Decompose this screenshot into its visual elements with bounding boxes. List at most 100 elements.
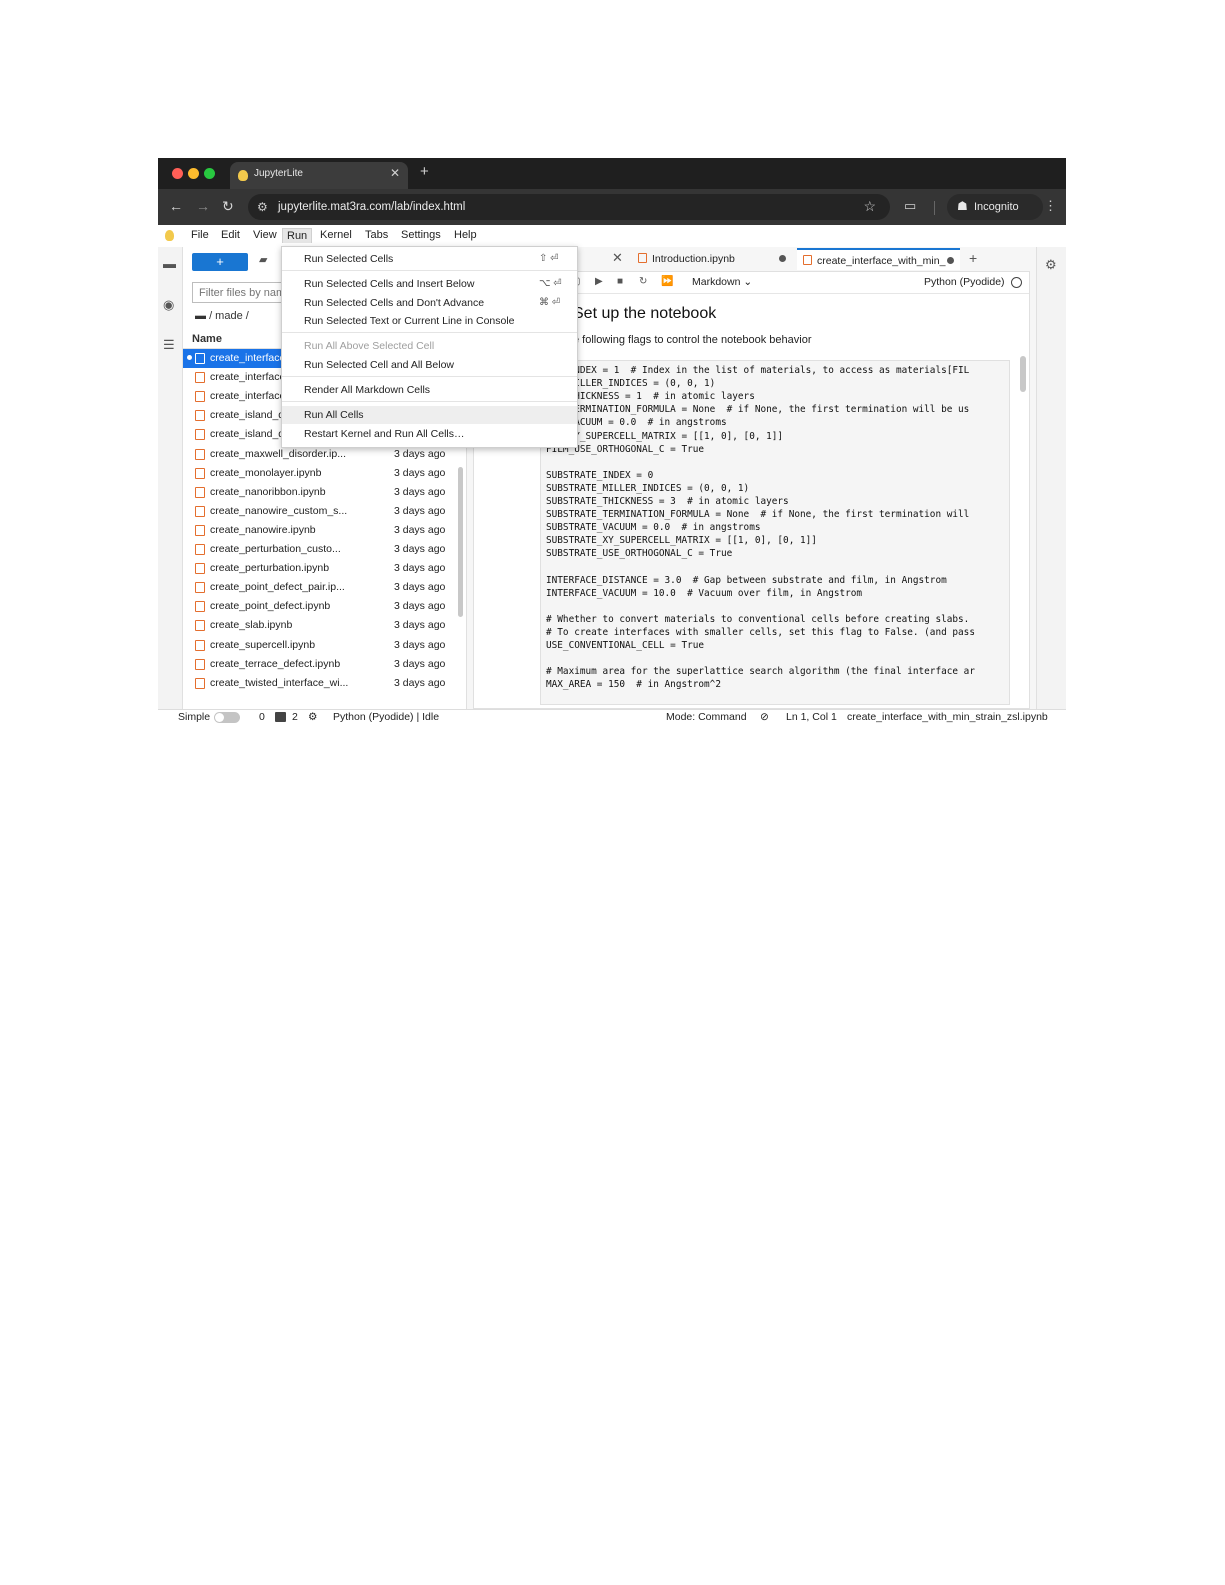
new-folder-icon[interactable]: ▰ — [259, 253, 267, 266]
menu-tabs[interactable]: Tabs — [361, 228, 392, 242]
close-tab-icon[interactable]: ✕ — [612, 250, 623, 266]
run-menu-item[interactable]: Run Selected Cells ⇧ ⏎ — [282, 250, 577, 268]
file-modified: 3 days ago — [394, 600, 446, 613]
run-menu-item[interactable]: Render All Markdown Cells — [282, 381, 577, 399]
cell-type-select[interactable]: Markdown ⌄ — [692, 276, 752, 288]
code-cell[interactable]: INDEX = 1 # Index in the list of materia… — [540, 360, 1010, 705]
breadcrumb-path[interactable]: / made / — [209, 310, 249, 322]
file-modified: 3 days ago — [394, 619, 446, 632]
jupyter-menubar: File Edit View Run Kernel Tabs Settings … — [158, 225, 1066, 247]
browser-toolbar: ← → ↻ ⚙ jupyterlite.mat3ra.com/lab/index… — [158, 189, 1066, 225]
code-line: SUBSTRATE_INDEX = 0 — [546, 469, 654, 481]
menu-separator — [282, 401, 577, 402]
command-mode: Mode: Command — [666, 711, 747, 723]
back-arrow-icon[interactable]: ← — [169, 198, 183, 214]
file-row[interactable]: create_nanowire.ipynb 3 days ago — [183, 521, 458, 540]
run-menu-item[interactable]: Run Selected Cells and Don't Advance ⌘ ⏎ — [282, 294, 577, 312]
new-launcher-button[interactable]: + — [192, 253, 248, 271]
current-filename: create_interface_with_min_strain_zsl.ipy… — [847, 711, 1048, 723]
url-text[interactable]: jupyterlite.mat3ra.com/lab/index.html — [278, 201, 465, 213]
close-tab-icon[interactable]: ✕ — [390, 166, 400, 180]
file-modified: 3 days ago — [394, 523, 446, 536]
folder-icon[interactable]: ▬ — [163, 256, 176, 271]
restart-icon[interactable]: ↻ — [639, 276, 647, 287]
file-row[interactable]: create_twisted_interface_wi... 3 days ago — [183, 674, 458, 693]
file-row[interactable]: create_nanoribbon.ipynb 3 days ago — [183, 483, 458, 502]
run-menu-item[interactable]: Restart Kernel and Run All Cells… — [282, 425, 577, 443]
file-row[interactable]: create_slab.ipynb 3 days ago — [183, 616, 458, 635]
kernel-count: 0 — [259, 711, 265, 723]
bookmark-star-icon[interactable]: ☆ — [863, 198, 876, 215]
forward-arrow-icon[interactable]: → — [196, 198, 210, 214]
filter-files-input[interactable] — [192, 282, 292, 303]
file-name: create_nanowire_custom_s... — [210, 504, 348, 517]
cursor-position[interactable]: Ln 1, Col 1 — [786, 711, 837, 723]
run-menu-item-label: Run Selected Cells and Don't Advance — [304, 297, 485, 309]
tab-label: Introduction.ipynb — [652, 253, 735, 265]
reload-icon[interactable]: ↻ — [222, 198, 234, 215]
menu-view[interactable]: View — [249, 228, 281, 242]
kernel-name[interactable]: Python (Pyodide) — [924, 276, 1005, 288]
file-row[interactable]: create_point_defect_pair.ip... 3 days ago — [183, 578, 458, 597]
menu-separator — [282, 376, 577, 377]
file-row[interactable]: create_supercell.ipynb 3 days ago — [183, 636, 458, 655]
browser-menu-icon[interactable]: ⋮ — [1044, 198, 1057, 214]
column-name-header[interactable]: Name — [192, 333, 222, 345]
file-row[interactable]: create_terrace_defect.ipynb 3 days ago — [183, 655, 458, 674]
new-tab-button[interactable]: + — [420, 163, 429, 180]
file-row[interactable]: create_nanowire_custom_s... 3 days ago — [183, 502, 458, 521]
add-tab-icon[interactable]: + — [969, 250, 977, 266]
menu-edit[interactable]: Edit — [217, 228, 244, 242]
tab-introduction[interactable]: Introduction.ipynb — [632, 248, 792, 270]
shield-icon[interactable]: ⊘ — [760, 711, 769, 723]
run-menu-item[interactable]: Run Selected Cells and Insert Below ⌥ ⏎ — [282, 275, 577, 293]
code-line: # To create interfaces with smaller cell… — [546, 627, 975, 638]
table-of-contents-icon[interactable]: ☰ — [163, 337, 175, 353]
menu-settings[interactable]: Settings — [397, 228, 445, 242]
file-modified: 3 days ago — [394, 543, 446, 555]
site-info-icon[interactable]: ⚙ — [257, 200, 268, 214]
tab-create-interface[interactable]: create_interface_with_min_ — [797, 248, 960, 270]
run-menu-item-label: Run Selected Text or Current Line in Con… — [304, 315, 515, 327]
unsaved-dot-icon[interactable] — [779, 255, 786, 262]
run-menu-item-label: Render All Markdown Cells — [304, 384, 431, 396]
menu-kernel[interactable]: Kernel — [316, 228, 356, 242]
run-menu-item[interactable]: Run All Cells — [282, 406, 577, 424]
kernel-status[interactable]: Python (Pyodide) | Idle — [333, 711, 439, 723]
file-row[interactable]: create_perturbation.ipynb 3 days ago — [183, 559, 458, 578]
stop-icon[interactable]: ■ — [617, 276, 623, 287]
file-name: create_perturbation_custo... — [210, 543, 341, 555]
minimize-window-button[interactable] — [188, 168, 199, 179]
kernel-settings-icon[interactable]: ⚙ — [308, 711, 317, 723]
incognito-button[interactable]: ☗ Incognito — [947, 194, 1043, 220]
left-sidebar-strip: ▬ ◉ ☰ — [158, 247, 183, 709]
menu-run[interactable]: Run — [282, 228, 313, 243]
run-menu-shortcut: ⌘ ⏎ — [539, 297, 561, 308]
simple-mode-toggle[interactable] — [214, 712, 240, 723]
run-menu-item[interactable]: Run Selected Cell and All Below — [282, 356, 577, 374]
file-list-scrollbar[interactable] — [458, 467, 463, 617]
code-line: # Whether to convert materials to conven… — [546, 613, 970, 625]
close-window-button[interactable] — [172, 168, 183, 179]
file-row[interactable]: create_monolayer.ipynb 3 days ago — [183, 464, 458, 483]
fast-forward-icon[interactable]: ⏩ — [661, 276, 673, 287]
running-kernels-icon[interactable]: ◉ — [163, 297, 174, 313]
cast-icon[interactable]: ▭ — [904, 198, 916, 214]
property-inspector-gear-icon[interactable]: ⚙ — [1045, 257, 1057, 273]
menu-help[interactable]: Help — [450, 228, 481, 242]
menu-file[interactable]: File — [187, 228, 213, 242]
browser-tab[interactable]: JupyterLite ✕ — [230, 162, 408, 189]
address-bar[interactable]: ⚙ jupyterlite.mat3ra.com/lab/index.html … — [248, 194, 890, 220]
breadcrumb[interactable]: ▬ / made / — [195, 310, 249, 322]
run-menu-item[interactable]: Run Selected Text or Current Line in Con… — [282, 312, 577, 330]
notebook-scrollbar[interactable] — [1020, 356, 1026, 392]
file-row[interactable]: create_point_defect.ipynb 3 days ago — [183, 597, 458, 616]
notebook-icon — [195, 372, 205, 384]
jupyter-favicon-icon — [238, 170, 248, 181]
run-icon[interactable]: ▶ — [595, 276, 603, 287]
maximize-window-button[interactable] — [204, 168, 215, 179]
unsaved-dot-icon[interactable] — [947, 257, 954, 264]
file-row[interactable]: create_perturbation_custo... 3 days ago — [183, 540, 458, 559]
running-dot-icon — [187, 355, 192, 360]
run-menu-item-label: Run All Cells — [304, 409, 364, 421]
